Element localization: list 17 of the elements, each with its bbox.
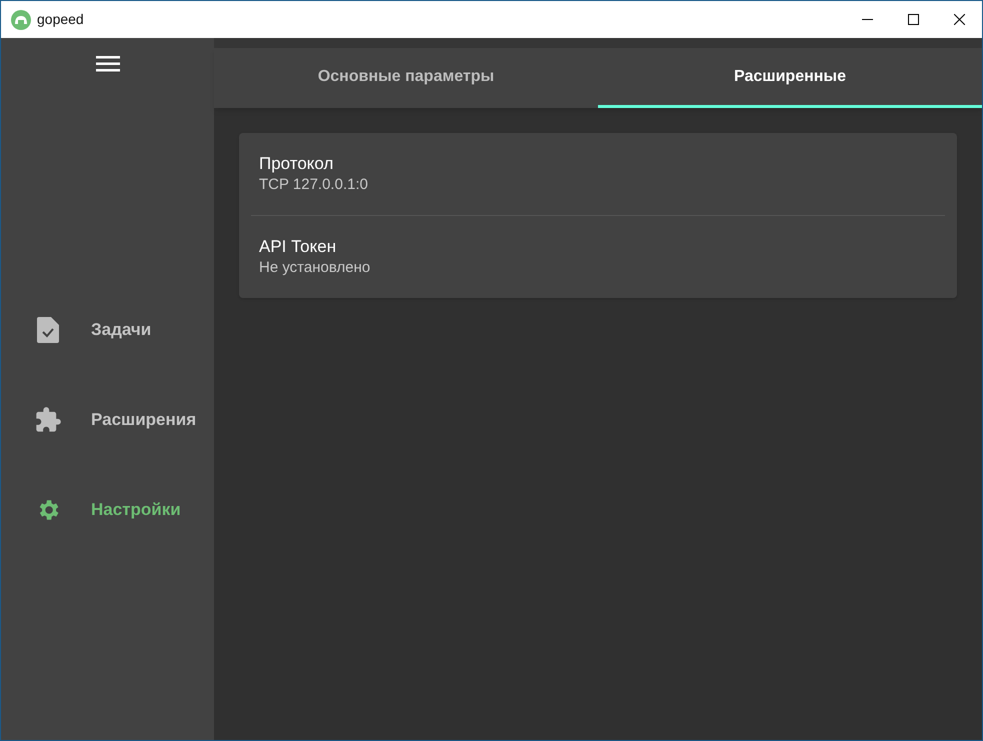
nav-item[interactable]: Задачи: [1, 311, 214, 349]
app-logo-icon: [11, 10, 31, 30]
puzzle-icon: [34, 406, 62, 434]
maximize-icon: [908, 14, 918, 25]
setting-value: Не установлено: [259, 258, 372, 278]
nav-item[interactable]: Расширения: [1, 401, 214, 439]
setting-title: Протокол: [259, 153, 334, 175]
menu-icon: [96, 55, 120, 73]
minimize-icon: [862, 19, 872, 20]
nav-item[interactable]: Настройки: [1, 491, 214, 529]
tab[interactable]: Основные параметры: [214, 48, 598, 108]
setting-title: API Токен: [259, 236, 338, 258]
tab[interactable]: Расширенные: [598, 48, 982, 108]
setting-value: TCP 127.0.0.1:0: [259, 175, 369, 195]
window-title: gopeed: [37, 10, 84, 29]
task-icon: [37, 317, 59, 343]
close-icon: [954, 14, 964, 25]
